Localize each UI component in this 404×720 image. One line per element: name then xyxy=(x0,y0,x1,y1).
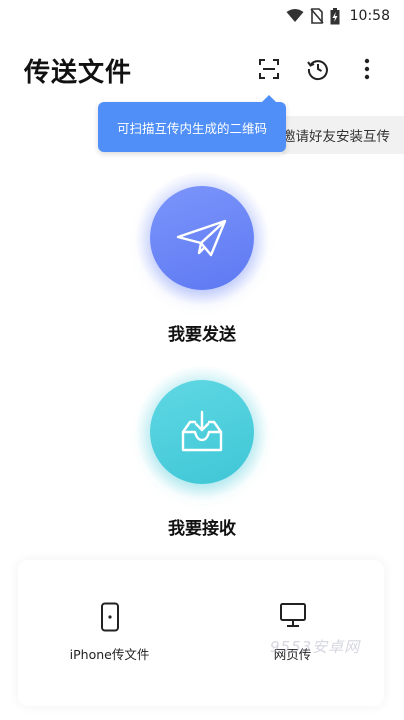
no-sim-icon xyxy=(310,8,324,24)
page-title: 传送文件 xyxy=(24,58,133,88)
app-header: 传送文件 xyxy=(0,46,404,94)
scan-tooltip-text: 可扫描互传内生成的二维码 xyxy=(116,120,267,136)
wifi-icon xyxy=(286,9,304,22)
send-circle xyxy=(150,186,254,290)
bottom-options-card: iPhone传文件 网页传 xyxy=(18,560,384,706)
paper-plane-icon xyxy=(176,219,227,257)
scan-icon xyxy=(259,59,279,79)
status-bar: 10:58 xyxy=(0,0,404,32)
battery-charging-icon xyxy=(330,7,340,24)
send-label: 我要发送 xyxy=(168,325,236,345)
more-vertical-icon xyxy=(364,58,370,80)
iphone-transfer-label: iPhone传文件 xyxy=(69,647,150,662)
send-button[interactable] xyxy=(136,172,268,304)
receive-circle xyxy=(150,380,254,484)
invite-banner-text: 邀请好友安装互传 xyxy=(282,129,390,145)
scan-button[interactable] xyxy=(254,54,284,84)
history-icon xyxy=(307,60,328,81)
inbox-download-icon xyxy=(181,410,223,452)
invite-banner[interactable]: 邀请好友安装互传 xyxy=(282,116,404,154)
watermark: 9553安卓网 xyxy=(270,638,361,656)
status-time: 10:58 xyxy=(349,8,390,24)
receive-label: 我要接收 xyxy=(168,519,236,539)
receive-button[interactable] xyxy=(136,366,268,498)
phone-icon xyxy=(100,602,119,632)
iphone-transfer-button[interactable]: iPhone传文件 xyxy=(18,560,201,706)
history-button[interactable] xyxy=(303,54,333,84)
scan-tooltip: 可扫描互传内生成的二维码 xyxy=(98,95,286,152)
monitor-icon xyxy=(279,603,306,627)
more-button[interactable] xyxy=(352,54,382,84)
web-transfer-button[interactable]: 网页传 xyxy=(201,560,384,706)
